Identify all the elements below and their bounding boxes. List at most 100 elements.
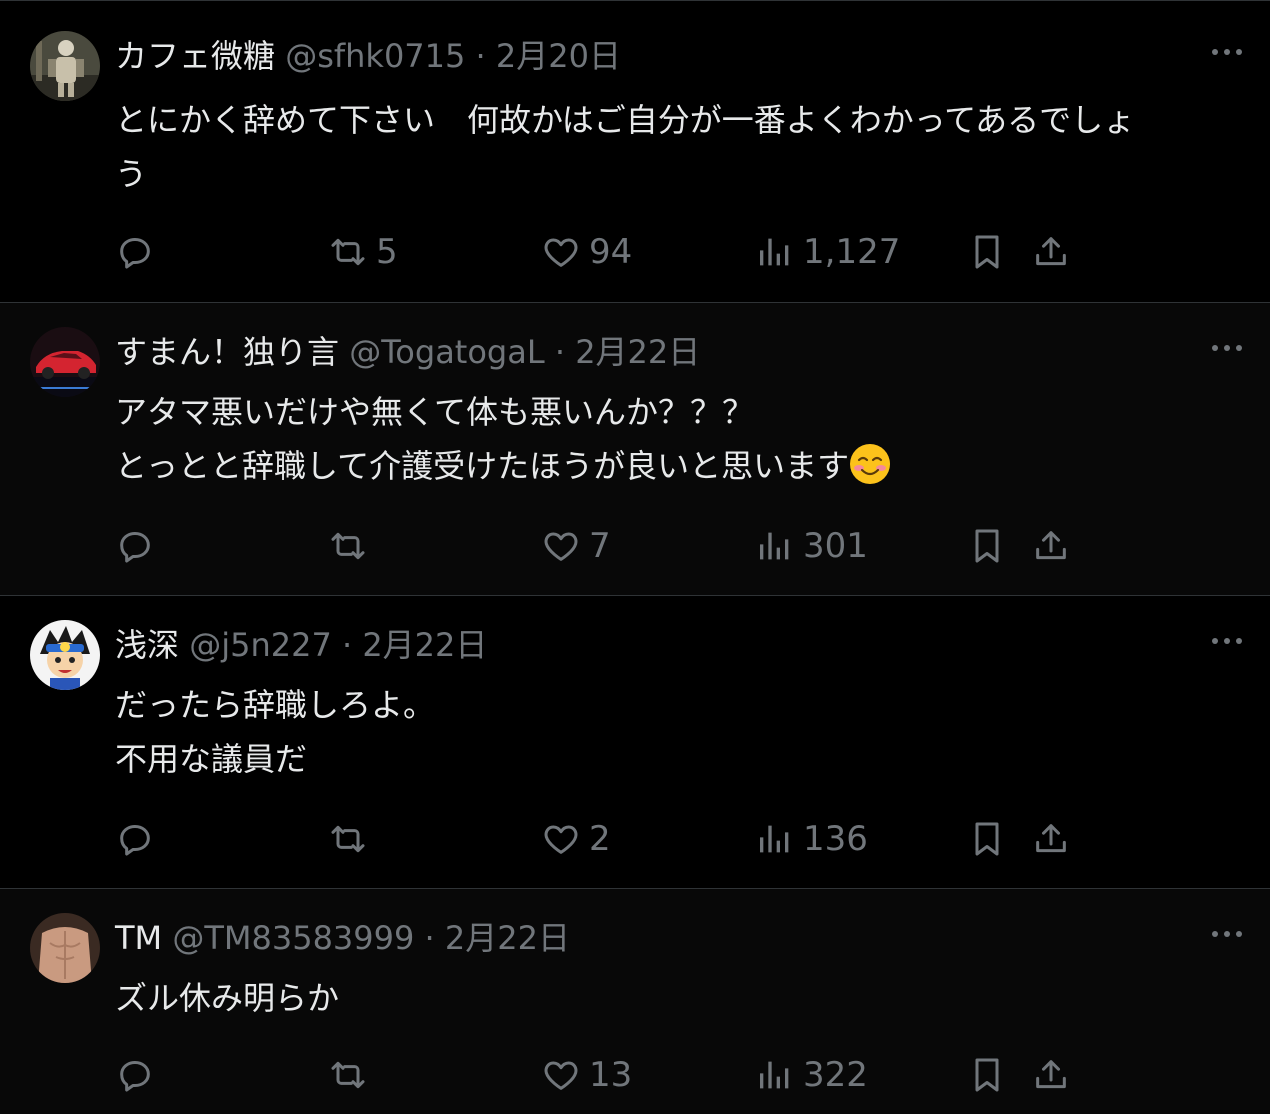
more-options-button[interactable] — [1210, 333, 1244, 363]
analytics-icon — [760, 825, 789, 853]
separator-dot: · — [475, 37, 486, 75]
avatar-cartoon-boy-icon — [30, 620, 100, 690]
avatar-torso-photo-icon — [30, 913, 100, 983]
reply-icon — [120, 1061, 150, 1092]
reply-button[interactable] — [115, 521, 163, 571]
retweet-button[interactable]: 5 — [328, 227, 398, 277]
user-handle[interactable]: @j5n227 — [189, 626, 332, 664]
bookmark-icon — [975, 822, 999, 856]
display-name[interactable]: TM — [115, 919, 162, 957]
heart-icon — [544, 1061, 578, 1090]
avatar[interactable] — [30, 620, 100, 690]
action-bar: 2 136 — [0, 814, 1270, 864]
action-bar: 13 322 — [0, 1050, 1270, 1100]
share-icon — [1036, 531, 1066, 560]
action-bar: 5 94 1,127 — [0, 227, 1270, 277]
like-count: 7 — [589, 526, 611, 566]
reply-tweet[interactable]: 浅深 @j5n227 · 2月22日 だったら辞職しろよ。 不用な議員だ 2 1… — [0, 596, 1270, 889]
view-count: 322 — [803, 1055, 868, 1095]
reply-feed: カフェ微糖 @sfhk0715 · 2月20日 とにかく辞めて下さい 何故かはご… — [0, 0, 1270, 1114]
share-button[interactable] — [1031, 814, 1071, 864]
separator-dot: · — [341, 626, 353, 664]
reply-icon — [120, 825, 150, 856]
user-handle[interactable]: @TogatogaL — [349, 333, 544, 371]
reply-tweet[interactable]: すまん！独り言 @TogatogaL · 2月22日 アタマ悪いだけや無くて体も… — [0, 303, 1270, 596]
share-icon — [1036, 1060, 1066, 1089]
like-button[interactable]: 94 — [541, 227, 632, 277]
views-button[interactable]: 301 — [755, 521, 868, 571]
bookmark-icon — [975, 529, 999, 563]
display-name[interactable]: カフェ微糖 — [115, 37, 275, 75]
tweet-header: カフェ微糖 @sfhk0715 · 2月20日 — [115, 34, 621, 78]
tweet-text: アタマ悪いだけや無くて体も悪いんか？？？ とっとと辞職して介護受けたほうが良いと… — [115, 385, 1240, 493]
separator-dot: · — [554, 333, 566, 371]
more-dots-icon — [1212, 931, 1242, 937]
post-date[interactable]: 2月22日 — [575, 333, 700, 371]
bookmark-button[interactable] — [967, 521, 1007, 571]
display-name[interactable]: 浅深 — [115, 626, 179, 664]
like-button[interactable]: 2 — [541, 814, 611, 864]
retweet-icon — [331, 238, 365, 266]
tweet-header: 浅深 @j5n227 · 2月22日 — [115, 623, 487, 667]
view-count: 136 — [803, 819, 868, 859]
display-name[interactable]: すまん！独り言 — [115, 333, 339, 371]
bookmark-icon — [975, 1058, 999, 1092]
retweet-button[interactable] — [328, 814, 376, 864]
smiling-face-emoji-icon — [850, 444, 891, 484]
analytics-icon — [760, 1061, 789, 1089]
avatar[interactable] — [30, 31, 100, 101]
reply-button[interactable] — [115, 227, 163, 277]
reply-icon — [120, 532, 150, 563]
share-button[interactable] — [1031, 227, 1071, 277]
reply-tweet[interactable]: カフェ微糖 @sfhk0715 · 2月20日 とにかく辞めて下さい 何故かはご… — [0, 1, 1270, 303]
bookmark-button[interactable] — [967, 1050, 1007, 1100]
retweet-icon — [331, 1061, 365, 1089]
retweet-button[interactable] — [328, 1050, 376, 1100]
bookmark-button[interactable] — [967, 227, 1007, 277]
like-button[interactable]: 13 — [541, 1050, 632, 1100]
post-date[interactable]: 2月22日 — [362, 626, 487, 664]
share-button[interactable] — [1031, 521, 1071, 571]
more-options-button[interactable] — [1210, 626, 1244, 656]
view-count: 301 — [803, 526, 868, 566]
tweet-header: すまん！独り言 @TogatogaL · 2月22日 — [115, 330, 700, 374]
reply-button[interactable] — [115, 814, 163, 864]
avatar[interactable] — [30, 913, 100, 983]
retweet-count: 5 — [376, 232, 398, 272]
reply-tweet[interactable]: TM @TM83583999 · 2月22日 ズル休み明らか 13 322 — [0, 889, 1270, 1114]
more-dots-icon — [1212, 345, 1242, 351]
retweet-icon — [331, 825, 365, 853]
more-dots-icon — [1212, 49, 1242, 55]
tweet-header: TM @TM83583999 · 2月22日 — [115, 916, 570, 960]
views-button[interactable]: 136 — [755, 814, 868, 864]
views-button[interactable]: 1,127 — [755, 227, 900, 277]
analytics-icon — [760, 238, 789, 266]
more-dots-icon — [1212, 638, 1242, 644]
avatar-red-car-icon — [30, 327, 100, 397]
post-date[interactable]: 2月22日 — [445, 919, 570, 957]
views-button[interactable]: 322 — [755, 1050, 868, 1100]
tweet-text: ズル休み明らか — [115, 979, 340, 1017]
more-options-button[interactable] — [1210, 919, 1244, 949]
avatar-figure-icon — [30, 31, 100, 101]
user-handle[interactable]: @TM83583999 — [172, 919, 414, 957]
like-button[interactable]: 7 — [541, 521, 611, 571]
heart-icon — [544, 238, 578, 267]
reply-button[interactable] — [115, 1050, 163, 1100]
tweet-text-body: アタマ悪いだけや無くて体も悪いんか？？？ とっとと辞職して介護受けたほうが良いと… — [115, 393, 850, 485]
tweet-text: とにかく辞めて下さい 何故かはご自分が一番よくわかってあるでしょ う — [115, 101, 1136, 193]
like-count: 94 — [589, 232, 633, 272]
analytics-icon — [760, 532, 789, 560]
share-icon — [1036, 237, 1066, 266]
bookmark-button[interactable] — [967, 814, 1007, 864]
user-handle[interactable]: @sfhk0715 — [285, 37, 465, 75]
post-date[interactable]: 2月20日 — [496, 37, 621, 75]
heart-icon — [544, 532, 578, 561]
like-count: 13 — [589, 1055, 633, 1095]
retweet-button[interactable] — [328, 521, 376, 571]
avatar[interactable] — [30, 327, 100, 397]
action-bar: 7 301 — [0, 521, 1270, 571]
more-options-button[interactable] — [1210, 37, 1244, 67]
share-button[interactable] — [1031, 1050, 1071, 1100]
share-icon — [1036, 824, 1066, 853]
